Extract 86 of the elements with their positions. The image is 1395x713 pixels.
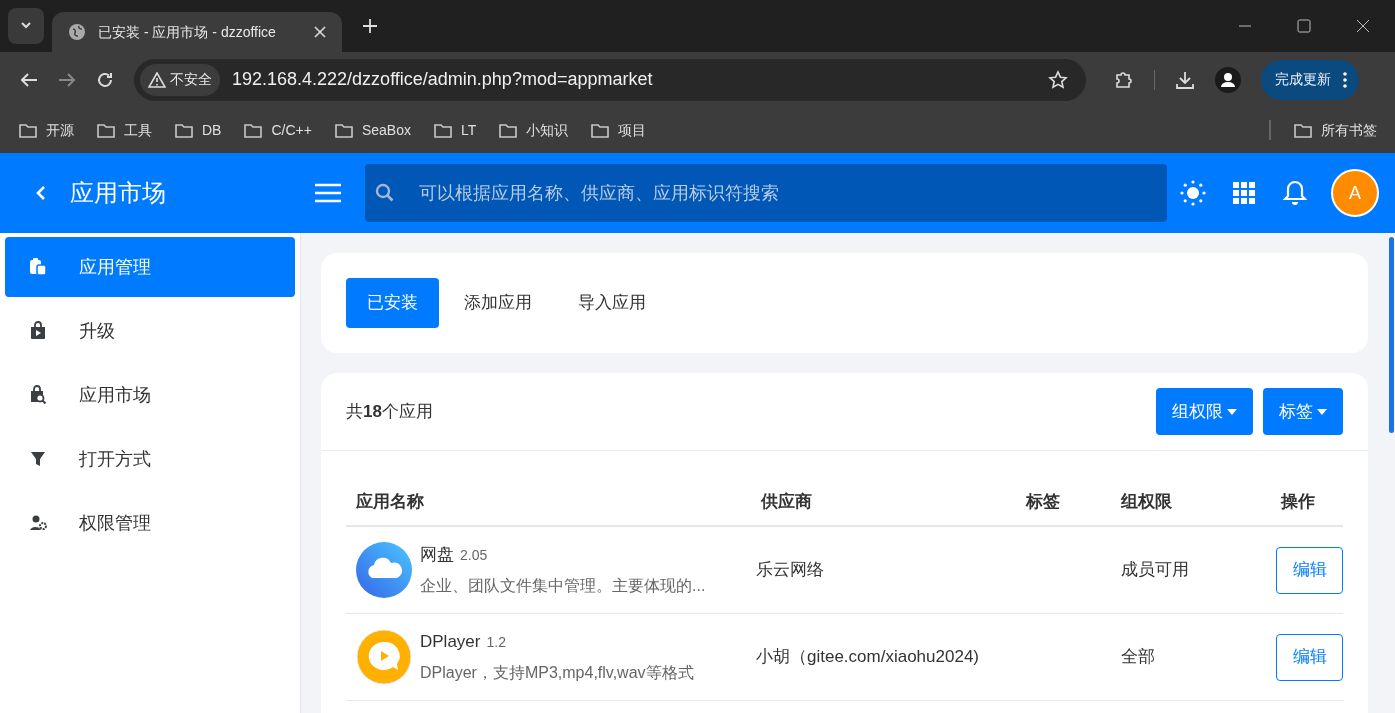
edit-button[interactable]: 编辑 xyxy=(1276,633,1343,681)
more-icon xyxy=(1343,71,1347,88)
bell-icon[interactable] xyxy=(1283,180,1307,206)
column-header: 应用名称 xyxy=(355,491,425,514)
reload-icon[interactable] xyxy=(96,70,114,89)
tab[interactable]: 已安装 xyxy=(346,278,439,328)
update-button[interactable]: 完成更新 xyxy=(1261,59,1359,100)
permission-cell-text: 成员可用 xyxy=(1120,559,1190,582)
sidebar-item[interactable]: 应用管理 xyxy=(5,237,295,297)
sidebar-item[interactable]: 应用市场 xyxy=(5,365,295,425)
bookmark[interactable]: 小知识 xyxy=(498,119,569,141)
maximize-icon[interactable] xyxy=(1297,19,1311,33)
puzzle-icon[interactable] xyxy=(1114,69,1134,90)
tab-title: 已安装 - 应用市场 - dzzoffice xyxy=(98,22,277,42)
app-description: DPlayer，支持MP3,mp4,flv,wav等格式 xyxy=(420,662,694,683)
bag-play-icon xyxy=(29,321,47,341)
bookmark[interactable]: 工具 xyxy=(96,119,152,141)
globe-icon xyxy=(68,23,86,41)
filter-dropdown[interactable]: 组权限 xyxy=(1156,388,1253,435)
caret-icon xyxy=(1227,408,1237,415)
search-field[interactable]: 可以根据应用名称、供应商、应用标识符搜索 xyxy=(365,164,1167,222)
address-bar[interactable]: 不安全 192.168.4.222/dzzoffice/admin.php?mod=appmarket xyxy=(134,58,1086,101)
app-title: 应用市场 xyxy=(70,178,166,208)
app-version: 1.2 xyxy=(486,633,506,653)
download-icon[interactable] xyxy=(1175,69,1195,90)
caret-icon xyxy=(1317,408,1327,415)
app-count-text: 共18个应用 xyxy=(346,400,434,423)
folder-icon xyxy=(432,121,453,139)
bookmark[interactable]: 开源 xyxy=(18,119,74,141)
close-icon[interactable] xyxy=(314,26,326,38)
scrollbar-thumb[interactable] xyxy=(1389,237,1394,433)
bookmark[interactable]: SeaBox xyxy=(333,119,411,141)
vendor-cell-text: 乐云网络 xyxy=(755,559,825,582)
back-icon[interactable] xyxy=(20,71,38,88)
tab[interactable]: 导入应用 xyxy=(557,278,667,328)
column-header: 供应商 xyxy=(760,491,813,514)
browser-tab[interactable]: 已安装 - 应用市场 - dzzoffice xyxy=(52,12,342,52)
bag-search-icon xyxy=(29,385,47,405)
bookmark[interactable]: LT xyxy=(432,119,477,141)
column-header: 操作 xyxy=(1279,491,1316,514)
cloud-icon xyxy=(356,542,412,598)
app-name: DPlayer xyxy=(420,631,481,654)
folder-icon xyxy=(1293,121,1313,139)
profile-icon[interactable] xyxy=(1215,66,1241,93)
edit-button[interactable]: 编辑 xyxy=(1276,546,1343,594)
grid-icon[interactable] xyxy=(1233,182,1255,204)
folder-icon xyxy=(333,121,354,139)
star-icon[interactable] xyxy=(1048,69,1068,90)
bookmark[interactable]: C/C++ xyxy=(243,119,312,141)
column-header: 组权限 xyxy=(1120,491,1173,514)
app-version: 2.05 xyxy=(460,546,488,566)
clipboard-icon xyxy=(29,257,47,277)
folder-icon xyxy=(243,121,264,139)
back-chevron-icon[interactable] xyxy=(36,185,46,201)
tab[interactable]: 添加应用 xyxy=(443,278,553,328)
url-text: 192.168.4.222/dzzoffice/admin.php?mod=appmarket xyxy=(232,68,654,91)
bookmark[interactable]: 项目 xyxy=(590,119,647,141)
sun-icon[interactable] xyxy=(1179,179,1207,207)
vendor-cell-text: 小胡（gitee.com/xiaohu2024) xyxy=(755,646,980,669)
menu-icon[interactable] xyxy=(315,183,341,203)
close-icon[interactable] xyxy=(1355,18,1371,34)
sidebar-item[interactable]: 升级 xyxy=(5,301,295,361)
forward-icon[interactable] xyxy=(58,71,76,88)
filter-dropdown[interactable]: 标签 xyxy=(1263,388,1343,435)
folder-icon xyxy=(498,121,519,139)
app-name: 网盘 xyxy=(420,544,454,567)
tab-list-button[interactable] xyxy=(8,8,44,44)
folder-icon xyxy=(96,121,116,139)
warning-icon xyxy=(148,71,166,88)
security-chip[interactable]: 不安全 xyxy=(140,63,220,96)
search-icon xyxy=(375,183,395,203)
chevron-down-icon xyxy=(20,22,32,30)
folder-icon xyxy=(174,121,194,139)
sidebar-item[interactable]: 打开方式 xyxy=(5,429,295,489)
plus-icon[interactable] xyxy=(362,18,378,34)
app-description: 企业、团队文件集中管理。主要体现的... xyxy=(420,575,706,596)
permission-cell-text: 全部 xyxy=(1120,646,1156,669)
user-gear-icon xyxy=(29,513,47,533)
folder-icon xyxy=(18,121,38,139)
play-bubble-icon xyxy=(356,629,412,685)
column-header: 标签 xyxy=(1024,491,1061,514)
bookmark[interactable]: DB xyxy=(174,119,222,141)
filter-icon xyxy=(29,449,47,469)
folder-icon xyxy=(590,121,611,139)
all-bookmarks[interactable]: 所有书签 xyxy=(1293,119,1377,141)
sidebar-item[interactable]: 权限管理 xyxy=(5,493,295,553)
